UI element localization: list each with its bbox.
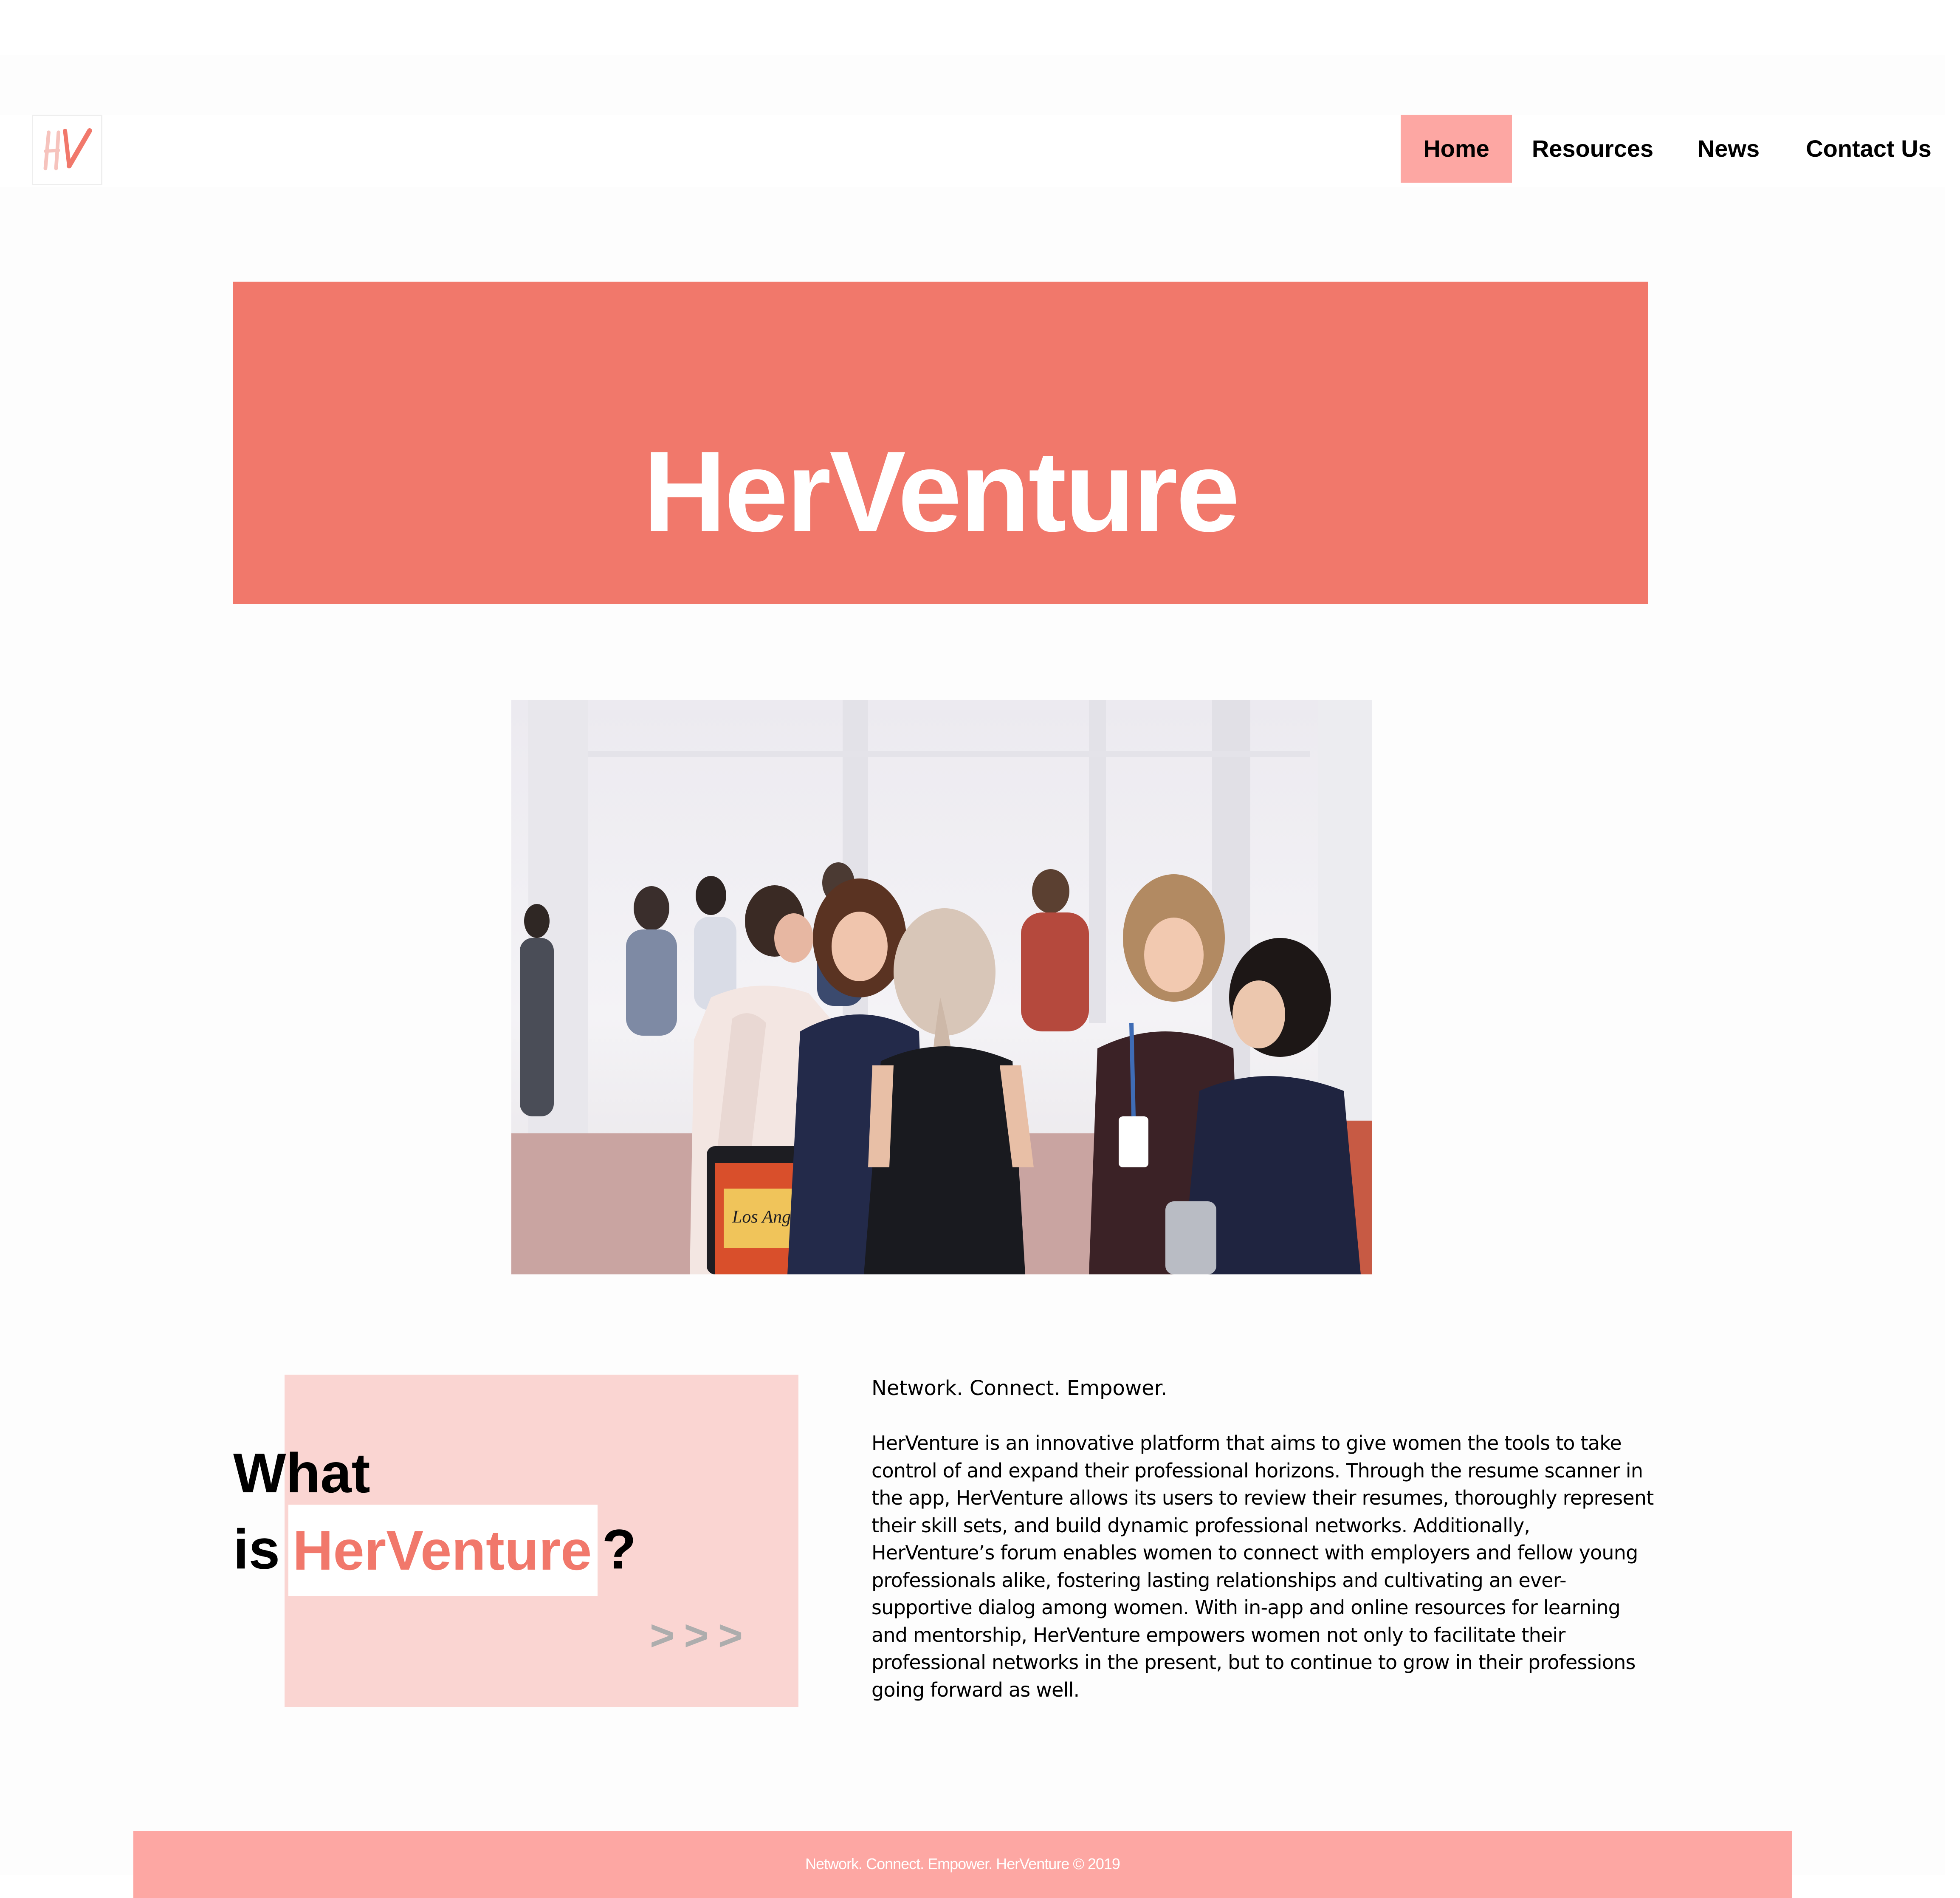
nav-home[interactable]: Home: [1401, 115, 1512, 183]
footer-text: Network. Connect. Empower. HerVenture © …: [805, 1855, 1120, 1873]
about-heading-question: ?: [602, 1518, 637, 1581]
read-more-arrows[interactable]: >>>: [650, 1614, 752, 1657]
about-heading-is: is: [233, 1518, 280, 1581]
hero-title: HerVenture: [643, 428, 1240, 556]
logo[interactable]: [32, 115, 102, 185]
footer: Network. Connect. Empower. HerVenture © …: [133, 1831, 1792, 1898]
about-heading-line1: What: [233, 1442, 370, 1504]
about-description: HerVenture is an innovative platform tha…: [871, 1432, 1654, 1701]
about-heading-line2: is HerVenture?: [233, 1505, 637, 1599]
networking-event-photo: Los Angeles: [511, 700, 1372, 1274]
nav-resources[interactable]: Resources: [1529, 115, 1656, 183]
tagline: Network. Connect. Empower.: [871, 1376, 1168, 1400]
about-heading: What is HerVenture?: [233, 1438, 636, 1599]
hv-logo-icon: [43, 128, 92, 170]
nav-contact-us[interactable]: Contact Us: [1792, 115, 1945, 183]
nav-news[interactable]: News: [1682, 115, 1775, 183]
about-heading-brand: HerVenture: [288, 1505, 598, 1596]
people-networking-image: Los Angeles: [511, 700, 1372, 1274]
hero-banner: HerVenture: [233, 282, 1648, 604]
